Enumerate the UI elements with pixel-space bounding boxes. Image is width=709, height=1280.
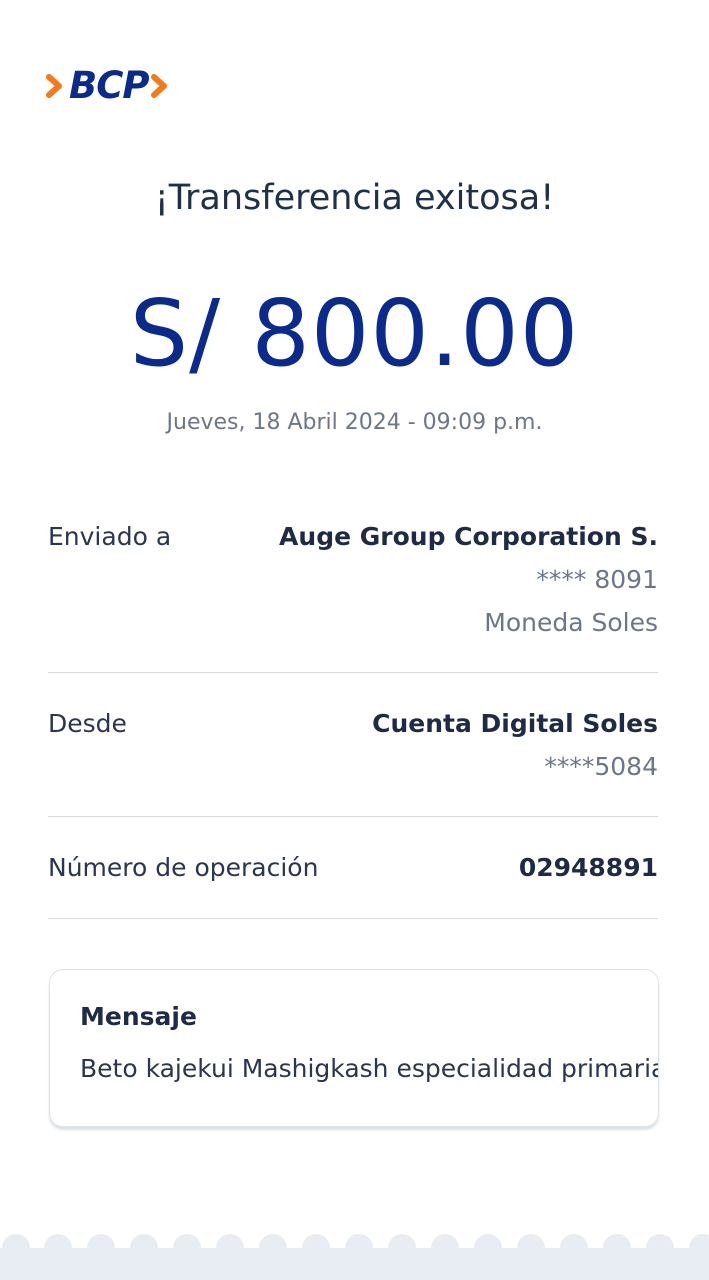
bcp-logo: BCP	[46, 64, 171, 108]
chevron-right-icon	[46, 74, 62, 98]
from-label: Desde	[48, 709, 127, 738]
operation-number: 02948891	[518, 853, 658, 882]
message-card: Mensaje Beto kajekui Mashigkash especial…	[49, 969, 659, 1127]
page-title: ¡Transferencia exitosa!	[154, 178, 555, 218]
chevron-right-icon	[151, 74, 168, 98]
divider	[48, 918, 658, 919]
message-text: Beto kajekui Mashigkash especialidad pri…	[80, 1054, 659, 1083]
sent-to-label: Enviado a	[48, 522, 172, 551]
divider	[48, 672, 658, 673]
recipient-name: Auge Group Corporation S.	[279, 522, 658, 551]
message-title: Mensaje	[80, 1002, 197, 1031]
divider	[48, 816, 658, 817]
recipient-currency: Moneda Soles	[484, 608, 658, 637]
source-account-number: ****5084	[544, 752, 658, 781]
logo-text: BCP	[69, 64, 149, 107]
transfer-amount: S/ 800.00	[129, 280, 580, 387]
source-account-name: Cuenta Digital Soles	[372, 709, 658, 738]
transfer-datetime: Jueves, 18 Abril 2024 - 09:09 p.m.	[166, 410, 543, 435]
receipt-scalloped-edge	[0, 1234, 709, 1280]
operation-label: Número de operación	[48, 853, 319, 882]
recipient-account: **** 8091	[536, 565, 658, 594]
